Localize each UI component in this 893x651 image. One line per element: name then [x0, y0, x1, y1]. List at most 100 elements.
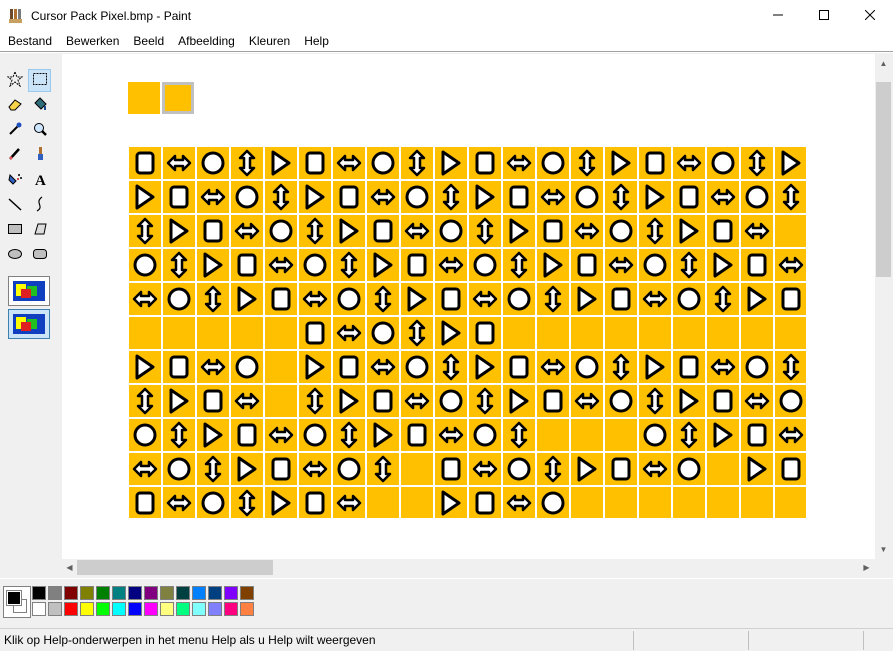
horizontal-scroll-thumb[interactable]: [77, 560, 273, 575]
palette-swatch[interactable]: [48, 586, 62, 600]
scroll-right-icon[interactable]: ▶: [859, 560, 874, 575]
menu-bestand[interactable]: Bestand: [0, 34, 59, 48]
palette-swatch[interactable]: [112, 586, 126, 600]
tool-line[interactable]: [3, 194, 26, 217]
palette-swatch[interactable]: [112, 602, 126, 616]
tool-airbrush[interactable]: [3, 169, 26, 192]
airbrush-icon: [7, 171, 23, 190]
tool-text[interactable]: A: [28, 169, 51, 192]
palette-swatch[interactable]: [224, 602, 238, 616]
grid-line: [128, 349, 806, 351]
paint-app-icon[interactable]: [8, 8, 24, 24]
menu-beeld[interactable]: Beeld: [126, 34, 171, 48]
sprite-cell: [707, 487, 739, 519]
eyedropper-icon: [7, 121, 23, 140]
tool-polygon[interactable]: [28, 219, 51, 242]
grid-line: [128, 213, 806, 215]
tool-free-select[interactable]: [3, 69, 26, 92]
palette-swatch[interactable]: [160, 586, 174, 600]
scroll-left-icon[interactable]: ◀: [62, 560, 77, 575]
palette-swatch[interactable]: [208, 586, 222, 600]
palette-swatch[interactable]: [96, 602, 110, 616]
tool-rectangle[interactable]: [3, 219, 26, 242]
tool-eraser[interactable]: [3, 94, 26, 117]
tool-fill[interactable]: [28, 94, 51, 117]
sprite-cell: [741, 351, 773, 383]
palette-swatch[interactable]: [160, 602, 174, 616]
vertical-scrollbar[interactable]: ▲ ▼: [875, 54, 892, 559]
palette-swatch[interactable]: [144, 602, 158, 616]
palette-swatch[interactable]: [96, 586, 110, 600]
grid-line: [128, 145, 806, 147]
maximize-button[interactable]: [801, 0, 847, 31]
current-colors-box[interactable]: [3, 586, 31, 618]
sprite-cell: [197, 249, 229, 281]
scroll-up-icon[interactable]: ▲: [876, 56, 891, 71]
opaque-selection-option[interactable]: [8, 276, 50, 306]
palette-swatch[interactable]: [240, 586, 254, 600]
tool-ellipse[interactable]: [3, 244, 26, 267]
tool-pick-color[interactable]: [3, 119, 26, 142]
tool-select[interactable]: [28, 69, 51, 92]
scroll-down-icon[interactable]: ▼: [876, 542, 891, 557]
sprite-cell: [741, 215, 773, 247]
cursor-sheet[interactable]: [127, 145, 809, 521]
palette-swatch[interactable]: [80, 602, 94, 616]
sprite-cell: [469, 351, 501, 383]
close-button[interactable]: [847, 0, 893, 31]
sprite-cell: [367, 283, 399, 315]
sprite-cell: [231, 215, 263, 247]
palette-swatch[interactable]: [240, 602, 254, 616]
foreground-color[interactable]: [6, 590, 22, 606]
palette-swatch[interactable]: [192, 586, 206, 600]
menu-kleuren[interactable]: Kleuren: [242, 34, 297, 48]
palette-swatch[interactable]: [208, 602, 222, 616]
grid-line: [229, 146, 231, 518]
palette-swatch[interactable]: [128, 586, 142, 600]
menu-help[interactable]: Help: [297, 34, 336, 48]
sprite-cell: [197, 283, 229, 315]
sprite-cell: [571, 181, 603, 213]
tool-magnifier[interactable]: [28, 119, 51, 142]
sprite-cell: [707, 283, 739, 315]
palette-swatch[interactable]: [64, 602, 78, 616]
sprite-cell: [265, 215, 297, 247]
sprite-cell: [197, 317, 229, 349]
palette-swatch[interactable]: [176, 602, 190, 616]
tool-brush[interactable]: [28, 144, 51, 167]
palette-swatch[interactable]: [32, 586, 46, 600]
sprite-cell: [163, 147, 195, 179]
palette-swatch[interactable]: [32, 602, 46, 616]
grid-line: [128, 179, 806, 181]
palette-swatch[interactable]: [48, 602, 62, 616]
palette-swatch[interactable]: [192, 602, 206, 616]
tool-pencil[interactable]: [3, 144, 26, 167]
horizontal-scrollbar[interactable]: ◀ ▶: [62, 559, 875, 576]
sprite-cell: [231, 181, 263, 213]
palette-swatch[interactable]: [224, 586, 238, 600]
tool-rounded-rect[interactable]: [28, 244, 51, 267]
tool-curve[interactable]: [28, 194, 51, 217]
grid-line: [297, 146, 299, 518]
transparent-selection-option[interactable]: [8, 309, 50, 339]
palette-swatch[interactable]: [176, 586, 190, 600]
palette-swatch[interactable]: [128, 602, 142, 616]
palette-swatch[interactable]: [64, 586, 78, 600]
palette-swatch[interactable]: [80, 586, 94, 600]
polygon-icon: [32, 221, 48, 240]
sprite-cell: [367, 215, 399, 247]
minimize-icon: [773, 9, 783, 23]
sprite-cell: [537, 385, 569, 417]
grid-line: [637, 146, 639, 518]
sprite-cell: [401, 317, 433, 349]
palette-swatch[interactable]: [144, 586, 158, 600]
curve-icon: [32, 196, 48, 215]
grid-line: [128, 417, 806, 419]
vertical-scroll-thumb[interactable]: [876, 82, 891, 277]
fill-bucket-icon: [32, 96, 48, 115]
menu-bewerken[interactable]: Bewerken: [59, 34, 126, 48]
minimize-button[interactable]: [755, 0, 801, 31]
sprite-cell: [231, 317, 263, 349]
menu-afbeelding[interactable]: Afbeelding: [171, 34, 242, 48]
sprite-cell: [299, 453, 331, 485]
